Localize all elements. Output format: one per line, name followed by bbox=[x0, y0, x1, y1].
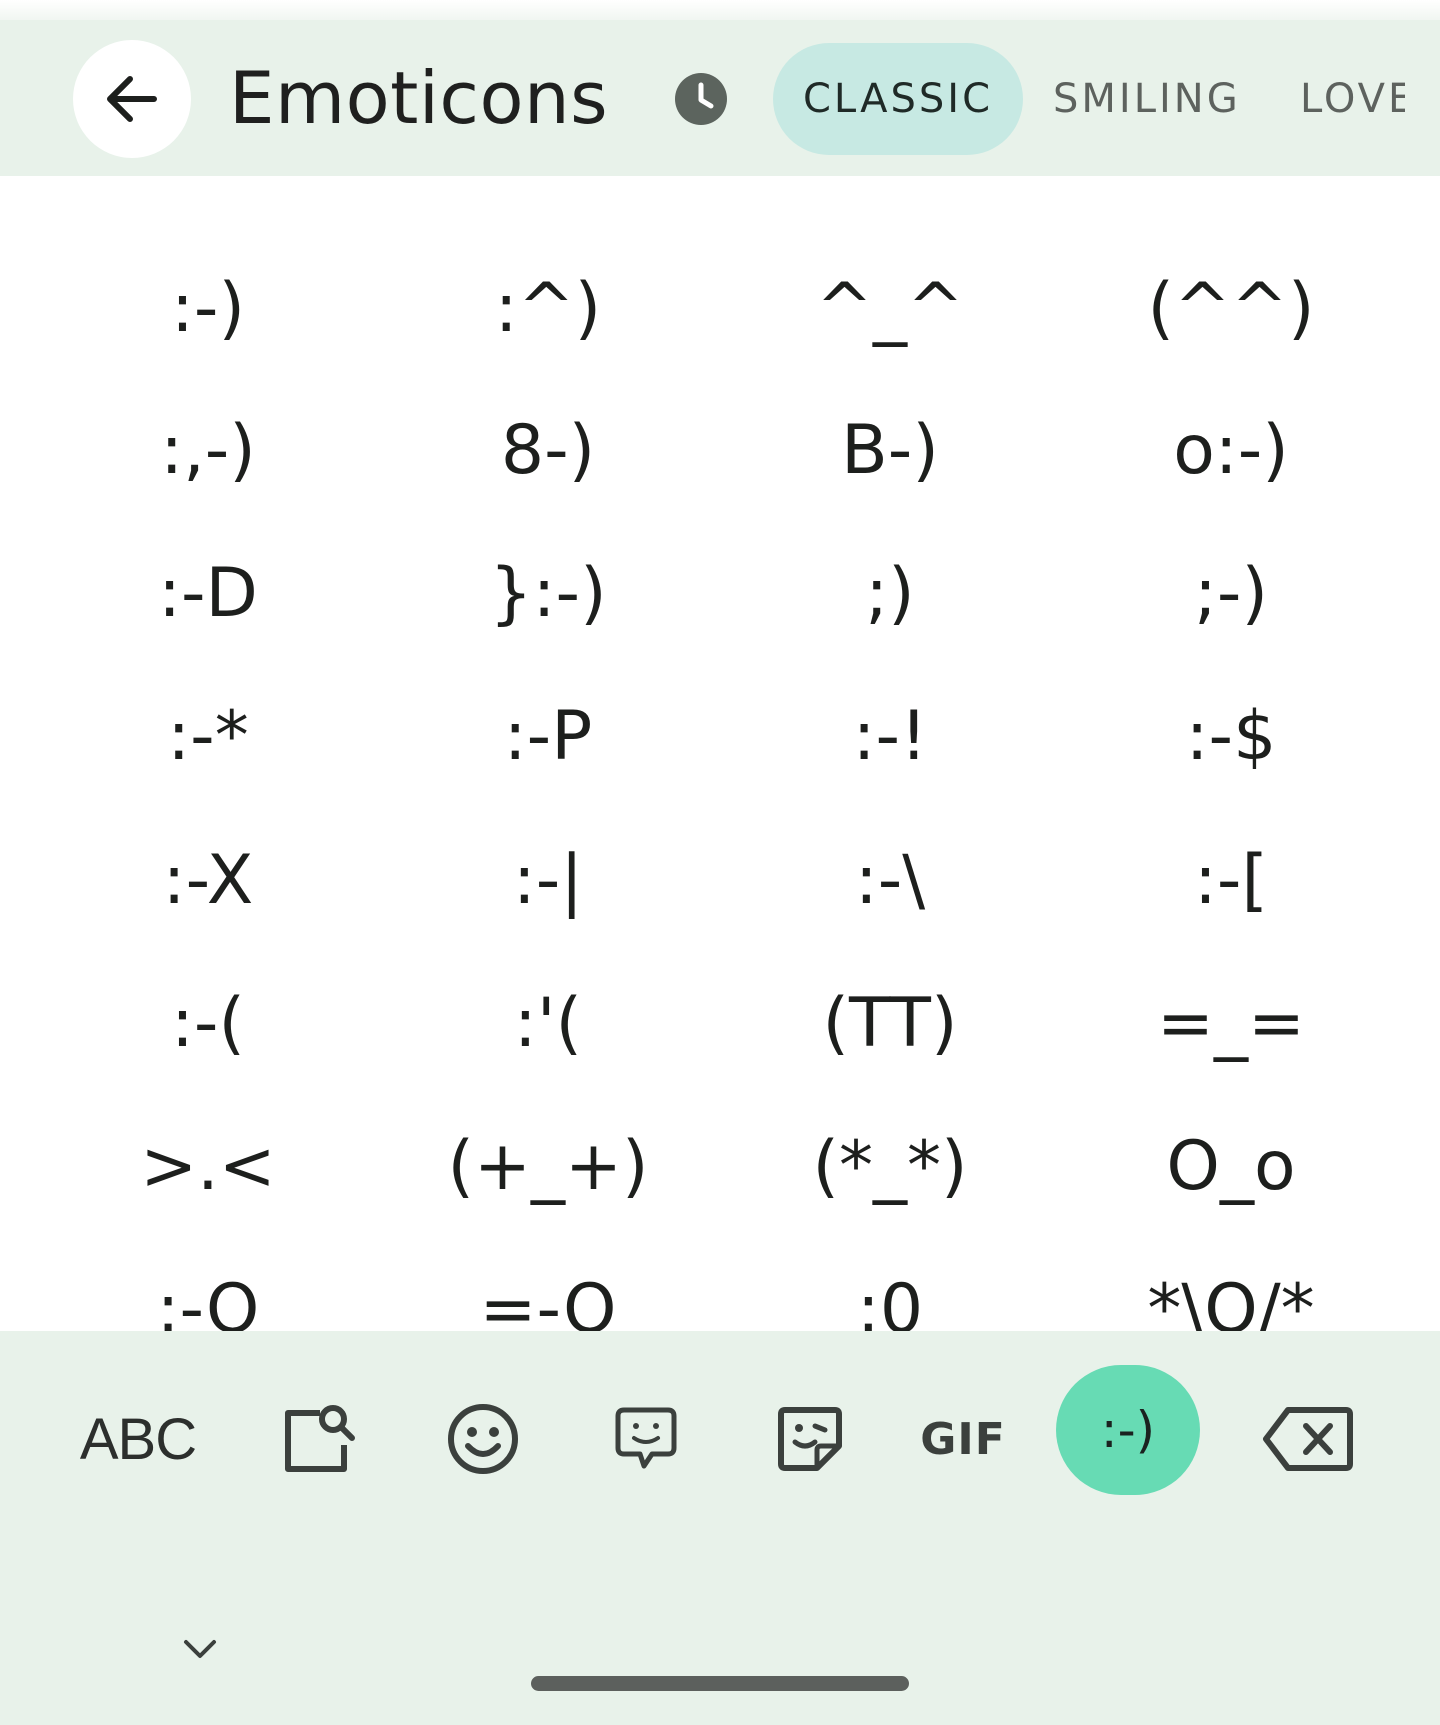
emoticon-key[interactable]: ;-) bbox=[1061, 533, 1401, 653]
emoticon-grid: :-) :^) ^_^ (^^) :,-) 8-) B-) o:-) :-D }… bbox=[0, 176, 1440, 1349]
emoticon-key[interactable]: :-! bbox=[720, 676, 1060, 796]
emoticon-key[interactable]: :^) bbox=[378, 248, 718, 368]
emoticon-key[interactable]: :-| bbox=[378, 820, 718, 940]
emoji-icon bbox=[448, 1404, 518, 1474]
emoticon-key[interactable]: (^^) bbox=[1061, 248, 1401, 368]
emoticon-key[interactable]: 8-) bbox=[378, 390, 718, 510]
tab-classic[interactable]: CLASSIC bbox=[773, 43, 1024, 155]
emoticon-header: Emoticons CLASSIC SMILING LOVE bbox=[0, 20, 1440, 176]
sticker-button[interactable] bbox=[760, 1367, 860, 1511]
emoticon-key[interactable]: :-( bbox=[38, 963, 378, 1083]
emoticon-key[interactable]: :'( bbox=[378, 963, 718, 1083]
emoticon-key[interactable]: (*_*) bbox=[720, 1106, 1060, 1226]
emoticon-key[interactable]: :-D bbox=[38, 533, 378, 653]
emoticon-key[interactable]: }:-) bbox=[378, 533, 718, 653]
sticker-icon bbox=[778, 1407, 842, 1471]
back-button[interactable] bbox=[73, 40, 191, 158]
emoticon-key[interactable]: :,-) bbox=[38, 390, 378, 510]
emoticon-key[interactable]: (+_+) bbox=[378, 1106, 718, 1226]
backspace-button[interactable] bbox=[1253, 1367, 1363, 1511]
emoticon-key[interactable]: :-) bbox=[38, 248, 378, 368]
keyboard-toolbar: ABC GIF :-) bbox=[38, 1331, 1402, 1528]
emoticon-key[interactable]: ^_^ bbox=[720, 248, 1060, 368]
emoticon-key[interactable]: :-P bbox=[378, 676, 718, 796]
emoticon-key[interactable]: :-X bbox=[38, 820, 378, 940]
abc-keyboard-button[interactable]: ABC bbox=[68, 1367, 208, 1511]
emoticon-key[interactable]: :-\ bbox=[720, 820, 1060, 940]
recent-button[interactable] bbox=[675, 73, 727, 125]
emoticon-key[interactable]: :-$ bbox=[1061, 676, 1401, 796]
home-gesture-bar[interactable] bbox=[531, 1676, 909, 1691]
tab-smiling[interactable]: SMILING bbox=[1053, 43, 1241, 155]
emoticon-key[interactable]: :-[ bbox=[1061, 820, 1401, 940]
emoticon-key[interactable]: =_= bbox=[1061, 963, 1401, 1083]
backspace-icon bbox=[1263, 1407, 1353, 1471]
tab-love[interactable]: LOVE bbox=[1300, 43, 1405, 155]
emoticon-key[interactable]: >.< bbox=[38, 1106, 378, 1226]
gif-button[interactable]: GIF bbox=[908, 1367, 1018, 1511]
emoji-kitchen-icon bbox=[615, 1407, 677, 1469]
clipboard-search-button[interactable] bbox=[268, 1367, 368, 1511]
emoticon-key[interactable]: :-* bbox=[38, 676, 378, 796]
emoji-kitchen-button[interactable] bbox=[596, 1367, 696, 1511]
emoticon-key[interactable]: o:-) bbox=[1061, 390, 1401, 510]
category-tabs: CLASSIC SMILING LOVE bbox=[773, 43, 1405, 155]
clock-icon bbox=[698, 82, 714, 109]
emoticons-button[interactable]: :-) bbox=[1056, 1365, 1200, 1495]
emoji-button[interactable] bbox=[433, 1367, 533, 1511]
emoticon-key[interactable]: ;) bbox=[720, 533, 1060, 653]
emoticon-key[interactable]: O_o bbox=[1061, 1106, 1401, 1226]
arrow-left-icon bbox=[107, 76, 157, 122]
emoticon-key[interactable]: (TT) bbox=[720, 963, 1060, 1083]
navigation-area bbox=[0, 1528, 1440, 1725]
chevron-down-icon[interactable] bbox=[180, 1628, 220, 1668]
page-title: Emoticons bbox=[229, 56, 609, 140]
emoticon-key[interactable]: B-) bbox=[720, 390, 1060, 510]
clipboard-search-icon bbox=[285, 1405, 355, 1472]
